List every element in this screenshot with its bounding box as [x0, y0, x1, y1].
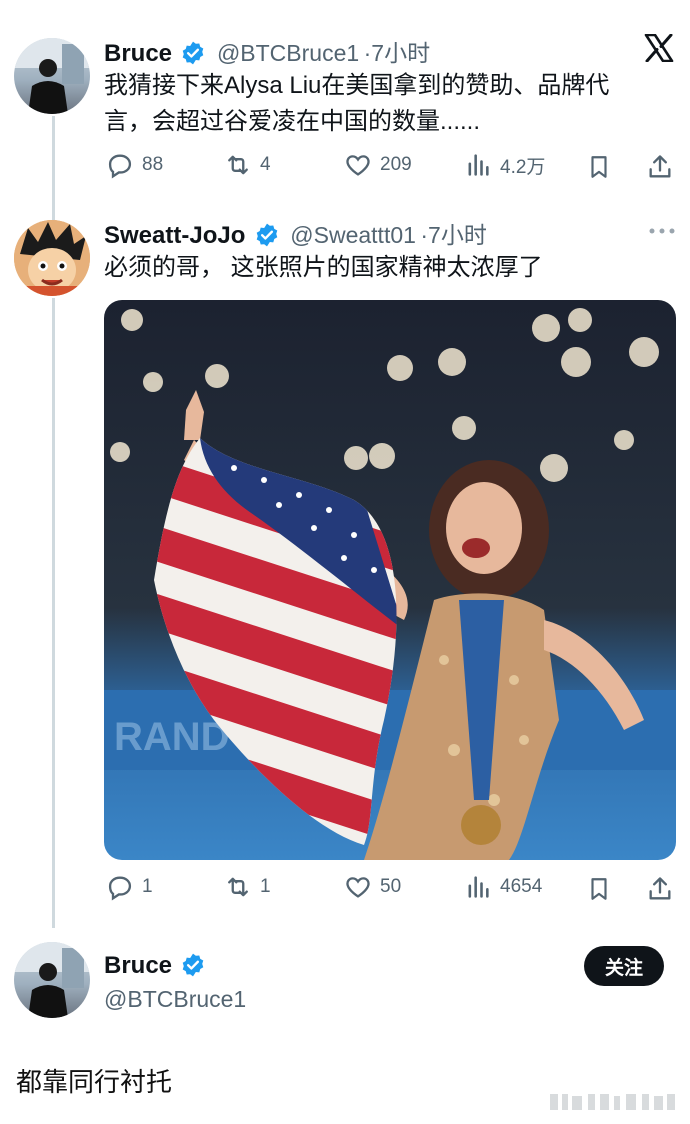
author-handle[interactable]: @BTCBruce1: [217, 40, 359, 66]
avatar-person-icon: [14, 38, 90, 114]
retweet-button[interactable]: 1: [224, 873, 271, 901]
profile-name-row: Bruce: [104, 952, 212, 980]
retweet-count: 1: [260, 876, 271, 897]
tweet1-text-line2: 言，会超过谷爱凌在中国的数量......: [104, 108, 481, 135]
author-handle[interactable]: @Sweattt01: [290, 222, 416, 248]
more-icon[interactable]: [648, 226, 676, 236]
reply-count: 88: [142, 154, 164, 175]
views-count: 4654: [500, 876, 543, 897]
avatar-person-icon: [14, 942, 90, 1018]
views-count: 4.2万: [500, 156, 546, 178]
reply-count: 1: [142, 876, 153, 897]
author-name[interactable]: Bruce: [104, 40, 172, 67]
author-name[interactable]: Sweatt-JoJo: [104, 222, 245, 249]
like-count: 50: [380, 876, 402, 897]
like-count: 209: [380, 154, 412, 175]
timestamp[interactable]: ·7小时: [420, 222, 486, 248]
bookmark-icon[interactable]: [586, 875, 612, 903]
retweet-icon: [228, 877, 248, 897]
retweet-icon: [228, 155, 248, 175]
heart-icon: [346, 877, 370, 898]
tweet1-text-line1: 我猜接下来Alysa Liu在美国拿到的赞助、品牌代: [104, 72, 610, 99]
avatar[interactable]: [14, 38, 90, 114]
retweet-button[interactable]: 4: [224, 151, 271, 179]
profile-name[interactable]: Bruce: [104, 952, 172, 979]
tweet1-text: 我猜接下来Alysa Liu在美国拿到的赞助、品牌代 言，会超过谷爱凌在中国的数…: [104, 68, 609, 140]
verified-badge-icon: [183, 953, 204, 977]
caption-text: 都靠同行衬托: [16, 1067, 173, 1097]
reply-button[interactable]: 88: [106, 151, 163, 179]
watermark-decoration: [550, 1094, 675, 1110]
like-button[interactable]: 50: [344, 873, 401, 901]
verified-badge-icon: [183, 41, 204, 65]
tweet-photo[interactable]: RANDY: [104, 300, 676, 860]
thread-line-2: [52, 298, 55, 928]
views-icon: [468, 876, 489, 898]
reply-icon: [108, 876, 132, 901]
share-icon[interactable]: [646, 153, 674, 181]
share-icon[interactable]: [646, 875, 674, 903]
bookmark-icon[interactable]: [586, 153, 612, 181]
avatar[interactable]: [14, 942, 90, 1018]
like-button[interactable]: 209: [344, 151, 412, 179]
heart-icon: [346, 155, 370, 176]
x-logo-icon[interactable]: [644, 34, 674, 62]
timestamp[interactable]: ·7小时: [364, 40, 430, 66]
avatar[interactable]: [14, 220, 90, 296]
views-button[interactable]: 4.2万: [464, 151, 545, 179]
retweet-count: 4: [260, 154, 271, 175]
views-icon: [468, 154, 489, 176]
views-button[interactable]: 4654: [464, 873, 542, 901]
reply-icon: [108, 154, 132, 179]
reply-button[interactable]: 1: [106, 873, 153, 901]
profile-handle[interactable]: @BTCBruce1: [104, 986, 246, 1013]
tweet2-header: Sweatt-JoJo @Sweattt01 ·7小时: [104, 216, 487, 250]
verified-badge-icon: [256, 223, 278, 247]
tweet1-header: Bruce @BTCBruce1 ·7小时: [104, 34, 430, 68]
follow-button[interactable]: 关注: [584, 946, 664, 986]
skater-flag-photo: RANDY: [104, 300, 676, 860]
avatar-cartoon-icon: [14, 220, 90, 296]
thread-line-1: [52, 116, 55, 220]
tweet2-text: 必须的哥， 这张照片的国家精神太浓厚了: [104, 254, 543, 281]
